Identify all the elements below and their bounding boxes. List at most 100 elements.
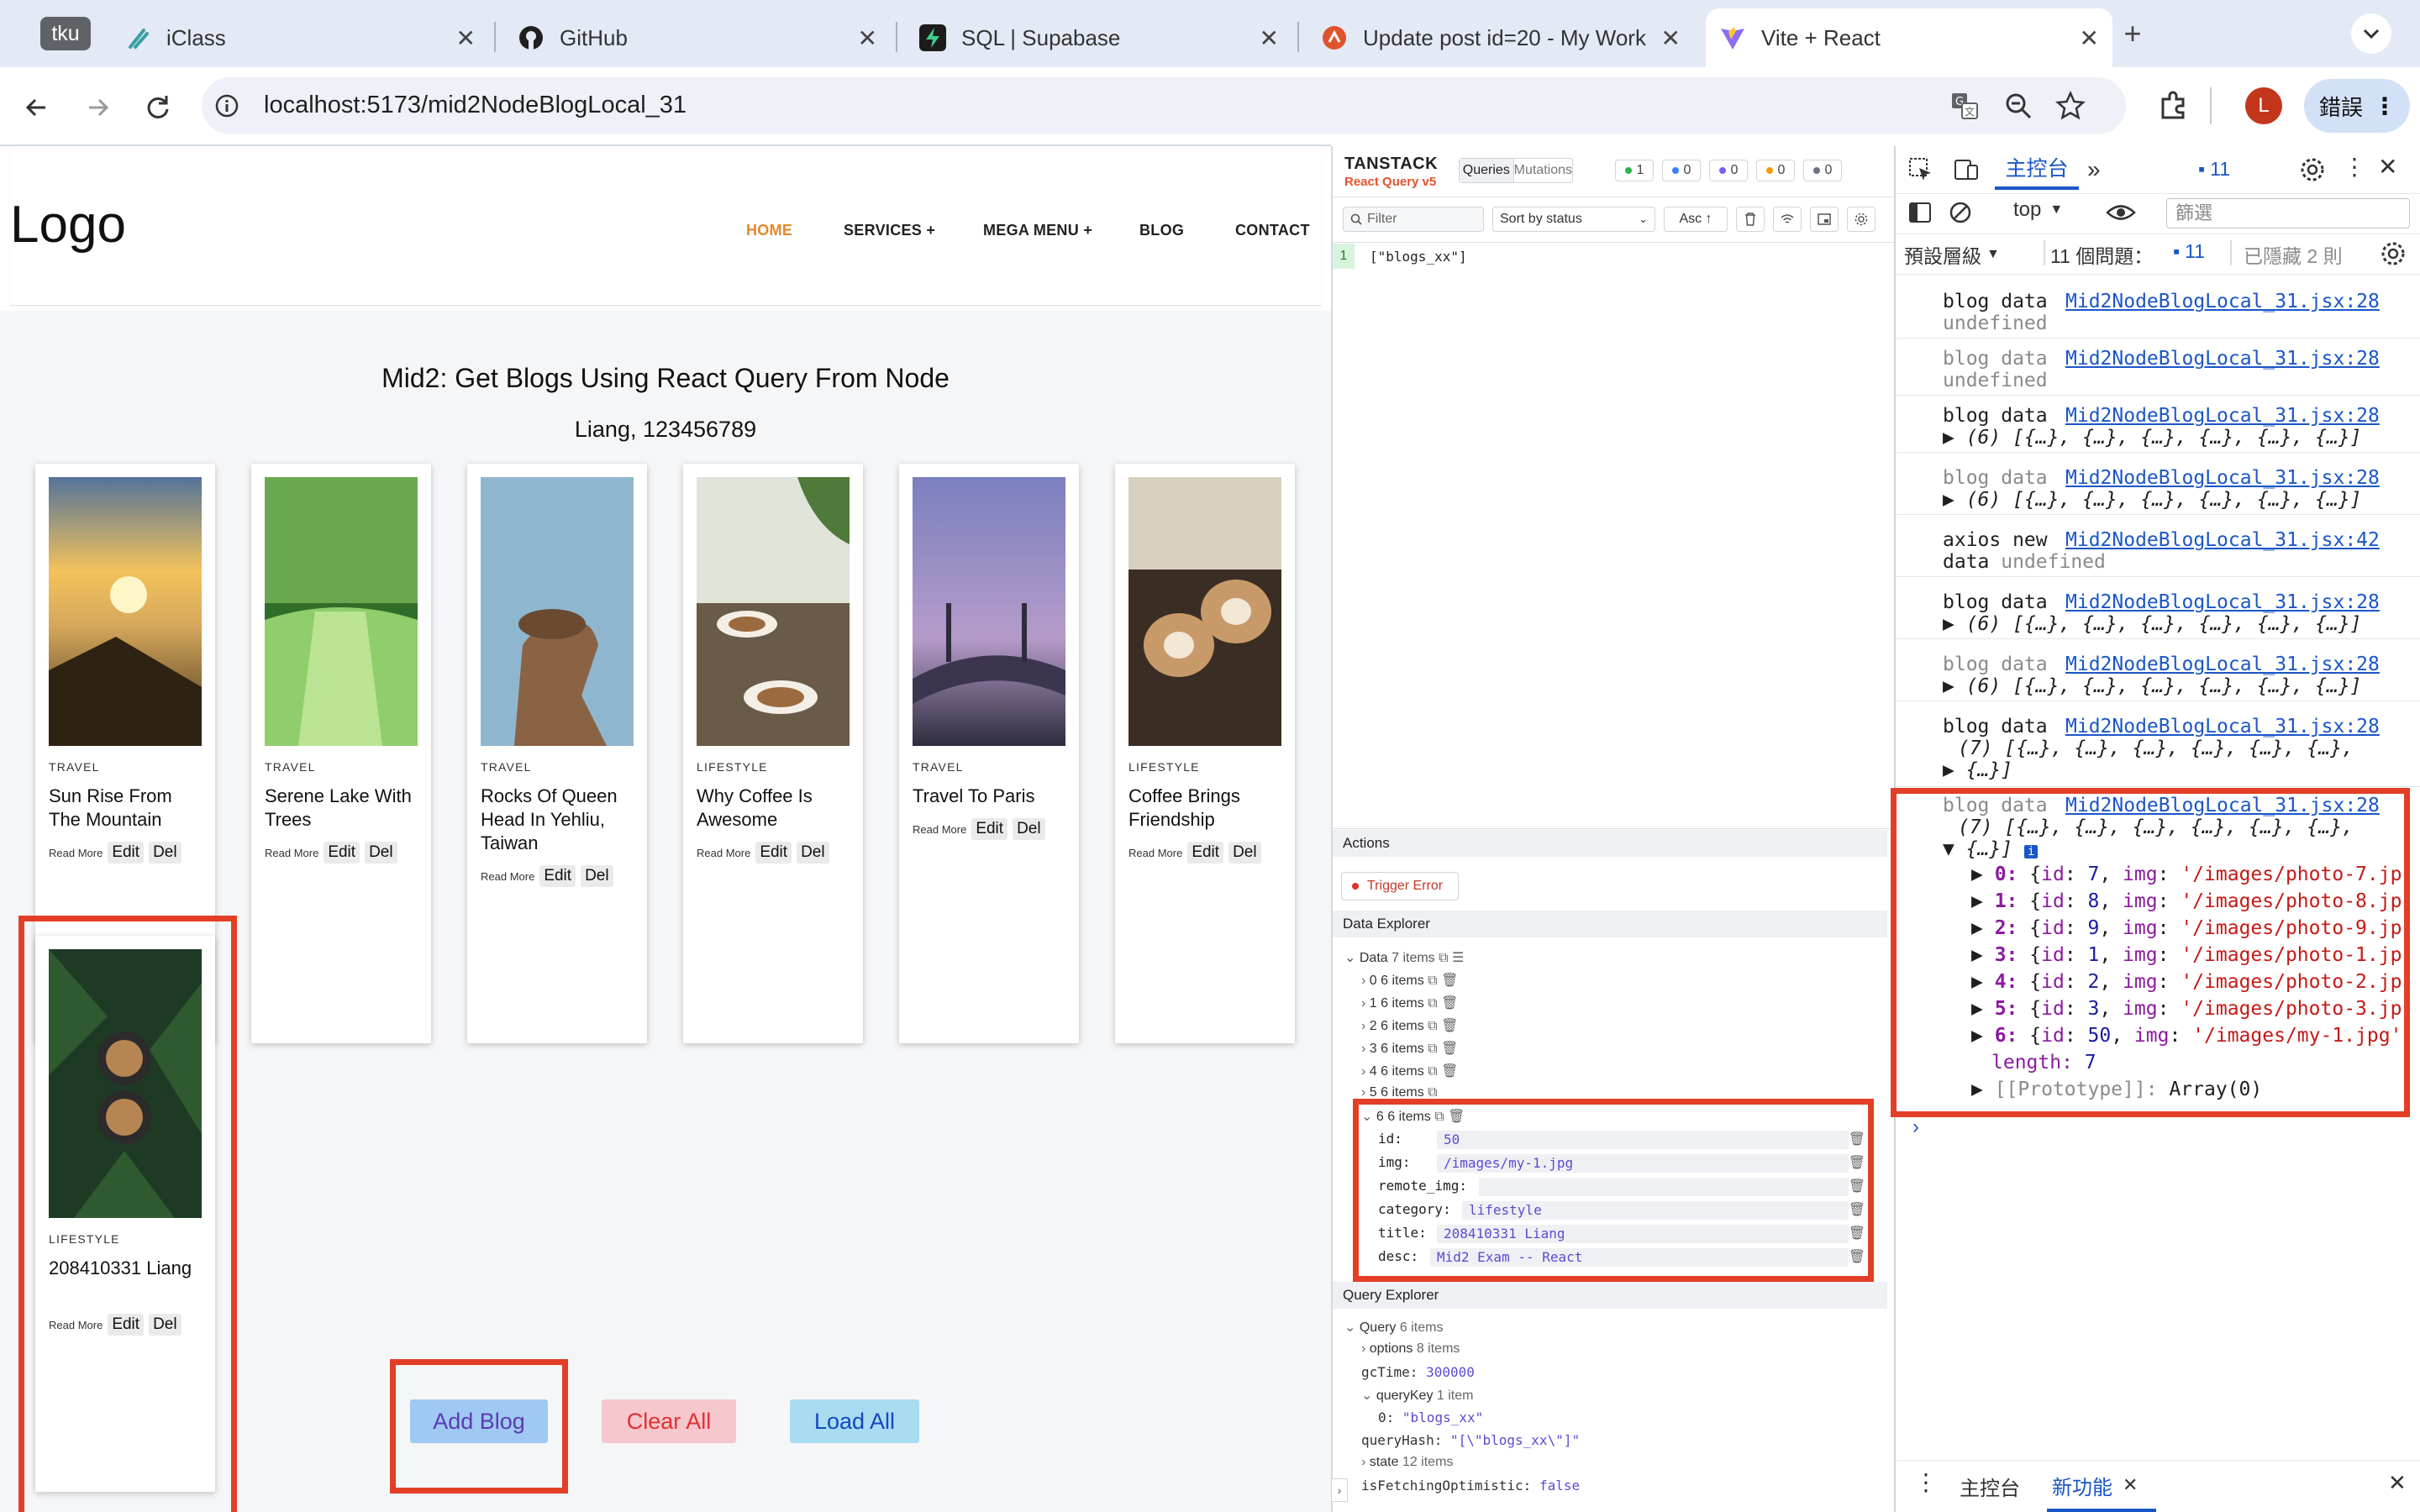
- tab-supabase[interactable]: SQL | Supabase ✕: [906, 8, 1292, 67]
- issues-badge[interactable]: ▪ 11: [2198, 158, 2230, 181]
- close-icon[interactable]: ✕: [456, 24, 476, 52]
- query-filter-input[interactable]: Filter: [1343, 207, 1484, 232]
- edit-button[interactable]: Edit: [539, 865, 576, 887]
- sort-order-button[interactable]: Asc ↑: [1664, 207, 1728, 232]
- context-select[interactable]: top ▼: [2013, 198, 2063, 222]
- trash-icon[interactable]: 🗑: [1441, 1019, 1458, 1033]
- log-array[interactable]: (7) [{…}, {…}, {…}, {…}, {…}, {…},: [1958, 738, 2354, 759]
- copy-icon[interactable]: ⧉: [1428, 1064, 1437, 1079]
- kebab-menu-icon[interactable]: ⋮: [1914, 1468, 1938, 1496]
- pip-button[interactable]: [1810, 207, 1839, 232]
- copy-icon[interactable]: ⧉: [1428, 1085, 1437, 1097]
- console-filter-input[interactable]: 篩選: [2166, 198, 2410, 228]
- edit-button[interactable]: Edit: [108, 842, 145, 864]
- settings-button[interactable]: [1847, 207, 1876, 232]
- add-blog-button[interactable]: Add Blog: [410, 1399, 548, 1443]
- close-icon[interactable]: ✕: [1260, 24, 1279, 52]
- close-icon[interactable]: ✕: [2080, 24, 2099, 52]
- read-more-link[interactable]: Read More: [913, 823, 966, 836]
- data-root-row[interactable]: ⌄ Data 7 items ⧉ ☰: [1344, 949, 1464, 966]
- trash-icon[interactable]: 🗑: [1441, 1064, 1458, 1079]
- log-array[interactable]: ▶ (6) [{…}, {…}, {…}, {…}, {…}, {…}]: [1943, 675, 2362, 697]
- trigger-error-button[interactable]: Trigger Error: [1341, 872, 1459, 900]
- copy-icon[interactable]: ⧉: [1428, 1042, 1437, 1056]
- trash-icon[interactable]: 🗑: [1441, 996, 1458, 1011]
- translate-icon[interactable]: G文: [1949, 91, 1980, 121]
- new-tab-button[interactable]: +: [2116, 17, 2149, 50]
- read-more-link[interactable]: Read More: [481, 870, 534, 883]
- avatar[interactable]: L: [2245, 87, 2282, 124]
- nav-services[interactable]: SERVICES +: [844, 222, 935, 239]
- more-tabs-icon[interactable]: »: [2087, 156, 2101, 183]
- close-drawer-icon[interactable]: ✕: [2388, 1470, 2407, 1496]
- gear-icon[interactable]: [2299, 156, 2326, 183]
- edit-button[interactable]: Edit: [324, 842, 360, 864]
- close-icon[interactable]: ✕: [2378, 153, 2397, 181]
- read-more-link[interactable]: Read More: [265, 847, 318, 859]
- star-icon[interactable]: [2055, 91, 2086, 121]
- sort-select[interactable]: Sort by status ⌄: [1492, 207, 1655, 232]
- copy-icon[interactable]: ⧉: [1428, 996, 1437, 1011]
- nav-mega-menu[interactable]: MEGA MENU +: [983, 222, 1092, 239]
- edit-button[interactable]: Edit: [971, 818, 1008, 840]
- tab-vite-react[interactable]: Vite + React ✕: [1706, 8, 2112, 67]
- log-array[interactable]: ▶ (6) [{…}, {…}, {…}, {…}, {…}, {…}]: [1943, 613, 2362, 635]
- tab-mutations[interactable]: Mutations: [1512, 159, 1572, 182]
- nav-home[interactable]: HOME: [746, 222, 792, 239]
- nav-contact[interactable]: CONTACT: [1235, 222, 1310, 239]
- sidebar-toggle-icon[interactable]: [1907, 200, 1933, 225]
- site-info-icon[interactable]: [213, 92, 240, 119]
- tab-update-post[interactable]: Update post id=20 - My Work ✕: [1307, 8, 1694, 67]
- delete-button[interactable]: Del: [149, 842, 182, 864]
- data-item-row[interactable]: › 5 6 items ⧉: [1361, 1085, 1438, 1097]
- copy-icon[interactable]: ⧉: [1428, 1019, 1437, 1033]
- source-link[interactable]: Mid2NodeBlogLocal_31.jsx:28: [2065, 716, 2380, 738]
- edit-button[interactable]: Edit: [755, 842, 792, 864]
- list-icon[interactable]: ☰: [1452, 951, 1464, 965]
- eye-icon[interactable]: [2106, 200, 2136, 225]
- forward-button[interactable]: [77, 87, 118, 128]
- tab-console[interactable]: 主控台: [1995, 150, 2079, 190]
- source-link[interactable]: Mid2NodeBlogLocal_31.jsx:28: [2065, 467, 2380, 489]
- copy-icon[interactable]: ⧉: [1428, 974, 1437, 988]
- source-link[interactable]: Mid2NodeBlogLocal_31.jsx:28: [2065, 654, 2380, 675]
- data-item-row[interactable]: › 1 6 items ⧉ 🗑: [1361, 995, 1458, 1011]
- load-all-button[interactable]: Load All: [790, 1399, 919, 1443]
- query-row[interactable]: 1 ["blogs_xx"]: [1333, 244, 1896, 269]
- clear-console-icon[interactable]: [1948, 200, 1973, 225]
- close-icon[interactable]: ✕: [1661, 24, 1681, 52]
- delete-button[interactable]: Del: [581, 865, 613, 887]
- data-item-row[interactable]: › 4 6 items ⧉ 🗑: [1361, 1063, 1458, 1079]
- source-link[interactable]: Mid2NodeBlogLocal_31.jsx:28: [2065, 405, 2380, 427]
- trash-icon[interactable]: 🗑: [1441, 974, 1458, 988]
- data-item-row[interactable]: › 2 6 items ⧉ 🗑: [1361, 1017, 1458, 1034]
- close-icon[interactable]: ✕: [2123, 1474, 2138, 1496]
- trash-icon[interactable]: 🗑: [1441, 1042, 1458, 1056]
- drawer-tab-console[interactable]: 主控台: [1960, 1472, 2020, 1501]
- back-button[interactable]: [17, 87, 57, 128]
- edit-button[interactable]: Edit: [1187, 842, 1224, 864]
- gear-icon[interactable]: [2380, 240, 2407, 267]
- extensions-icon[interactable]: [2156, 89, 2190, 123]
- delete-button[interactable]: Del: [1013, 818, 1045, 840]
- qe-state-row[interactable]: › state 12 items: [1361, 1455, 1453, 1470]
- profile-chip[interactable]: tku: [40, 17, 91, 50]
- delete-button[interactable]: Del: [797, 842, 829, 864]
- inspect-element-icon[interactable]: [1907, 156, 1934, 183]
- panel-collapse-button[interactable]: ›: [1331, 1478, 1348, 1502]
- data-item-row[interactable]: › 3 6 items ⧉ 🗑: [1361, 1040, 1458, 1057]
- delete-button[interactable]: Del: [365, 842, 397, 864]
- copy-icon[interactable]: ⧉: [1439, 951, 1448, 965]
- tab-queries[interactable]: Queries: [1460, 159, 1513, 182]
- read-more-link[interactable]: Read More: [1128, 847, 1182, 859]
- console-prompt-icon[interactable]: ›: [1912, 1116, 1919, 1139]
- log-array[interactable]: ▶ (6) [{…}, {…}, {…}, {…}, {…}, {…}]: [1943, 489, 2362, 511]
- source-link[interactable]: Mid2NodeBlogLocal_31.jsx:28: [2065, 591, 2380, 613]
- kebab-menu-icon[interactable]: ⋮: [2343, 153, 2366, 181]
- delete-button[interactable]: Del: [1228, 842, 1261, 864]
- log-array[interactable]: ▶ (6) [{…}, {…}, {…}, {…}, {…}, {…}]: [1943, 427, 2362, 449]
- source-link[interactable]: Mid2NodeBlogLocal_31.jsx:42: [2065, 529, 2380, 551]
- qe-options-row[interactable]: › options 8 items: [1361, 1341, 1460, 1357]
- reload-button[interactable]: [138, 87, 178, 128]
- close-icon[interactable]: ✕: [858, 24, 877, 52]
